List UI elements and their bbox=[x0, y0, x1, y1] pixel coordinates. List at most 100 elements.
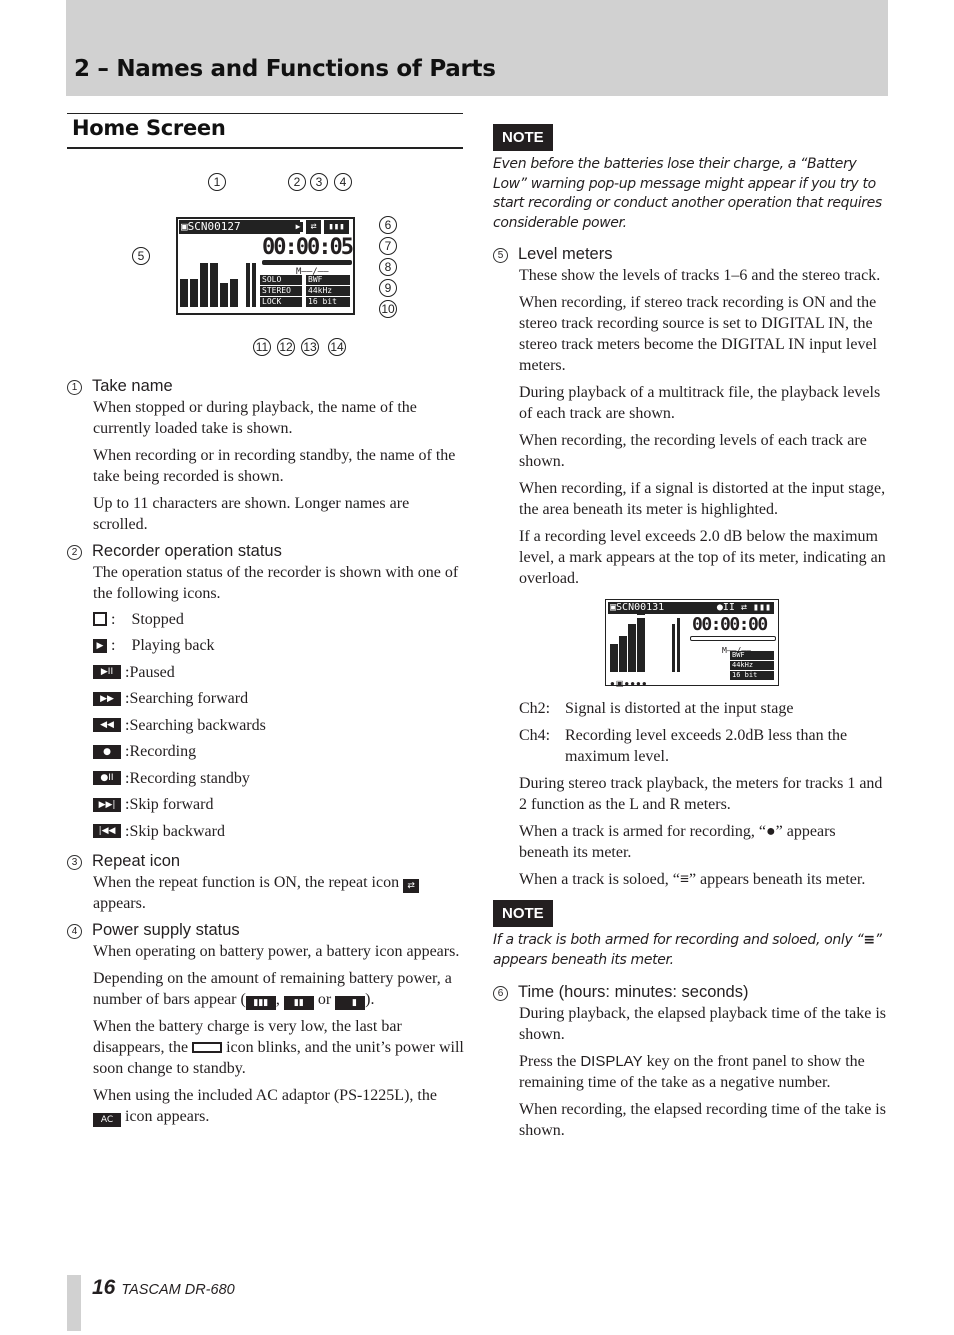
note-text: Even before the batteries lose their cha… bbox=[493, 156, 882, 232]
callout-2: 2 bbox=[288, 173, 306, 191]
item-body: These show the levels of tracks 1–6 and … bbox=[519, 265, 888, 890]
divider bbox=[67, 113, 463, 114]
note-badge: NOTE bbox=[493, 124, 553, 151]
item-body: When stopped or during playback, the nam… bbox=[93, 397, 467, 535]
meter-5 bbox=[220, 283, 228, 307]
paragraph: When recording or in recording standby, … bbox=[93, 447, 456, 485]
track-arm-indicators: ●▣●●●● bbox=[610, 678, 648, 688]
item-take-name: 1 Take name bbox=[67, 376, 467, 397]
item-body: When operating on battery power, a batte… bbox=[93, 941, 467, 1127]
solo-icon: ≡ bbox=[679, 870, 689, 888]
separator: : bbox=[111, 610, 132, 628]
callout-14: 14 bbox=[328, 338, 346, 356]
text: , bbox=[275, 990, 284, 1008]
paragraph: During playback of a multitrack file, th… bbox=[519, 383, 881, 422]
text: When using the included AC adaptor (PS-1… bbox=[93, 1086, 437, 1104]
repeat-icon: ⇄ bbox=[306, 220, 321, 234]
item-recorder-status: 2 Recorder operation status bbox=[67, 541, 467, 562]
channel-note: Ch4: Recording level exceeds 2.0dB less t… bbox=[519, 725, 888, 767]
item-body: When the repeat function is ON, the repe… bbox=[93, 872, 467, 914]
status-icon-row: ▶▶|: Skip forward bbox=[93, 792, 467, 819]
right-column: NOTE Even before the batteries lose thei… bbox=[493, 124, 888, 1147]
stereo-indicator: STEREO bbox=[260, 286, 302, 296]
item-title: Level meters bbox=[518, 244, 613, 263]
meter-2 bbox=[190, 279, 198, 307]
callout-3: 3 bbox=[310, 173, 328, 191]
meter-6 bbox=[230, 279, 238, 307]
item-title: Repeat icon bbox=[92, 851, 181, 870]
text: or bbox=[313, 990, 336, 1008]
item-power-supply: 4 Power supply status bbox=[67, 920, 467, 941]
item-number: 4 bbox=[67, 923, 82, 939]
meter-stereo-r bbox=[677, 617, 680, 672]
item-number: 5 bbox=[493, 247, 508, 263]
progress-bar bbox=[262, 260, 352, 265]
item-body: The operation status of the recorder is … bbox=[93, 562, 467, 845]
status-icon-list: : Stopped ▶: Playing back ▶II: Paused ▶▶: S… bbox=[93, 606, 467, 845]
callout-4: 4 bbox=[334, 173, 352, 191]
solo-icon: ≡ bbox=[863, 931, 875, 948]
status-label: Recording standby bbox=[129, 769, 250, 787]
level-meter-example-screen: ▣SCN00131●II ⇄ ▮▮▮ 00:00:00 M––/–– ●▣●●●… bbox=[605, 598, 779, 688]
paragraph: When recording, if a signal is distorted… bbox=[519, 479, 886, 518]
status-label: Recording bbox=[129, 743, 197, 761]
callout-13: 13 bbox=[301, 338, 319, 356]
status-label: Searching backwards bbox=[129, 716, 266, 734]
divider bbox=[67, 147, 463, 149]
paragraph: During playback, the elapsed playback ti… bbox=[519, 1005, 886, 1044]
separator: : bbox=[111, 637, 132, 655]
ac-adaptor-icon: AC bbox=[93, 1112, 121, 1127]
battery-empty-icon bbox=[192, 1041, 223, 1053]
solo-indicator: SOLO bbox=[260, 275, 302, 285]
left-column: 1 Take name When stopped or during playba… bbox=[67, 376, 467, 1133]
overload-mark bbox=[637, 611, 645, 615]
time-display: 00:00:00 bbox=[692, 613, 768, 635]
paragraph: Depending on the amount of remaining bat… bbox=[93, 968, 467, 1010]
callout-7: 7 bbox=[379, 237, 397, 255]
status-icon-row: : Stopped bbox=[93, 606, 467, 633]
record-icon: ● bbox=[93, 744, 121, 759]
footer-bar bbox=[67, 1275, 81, 1331]
display-key: DISPLAY bbox=[580, 1053, 643, 1071]
paragraph: When using the included AC adaptor (PS-1… bbox=[93, 1085, 467, 1127]
meter-2 bbox=[619, 635, 627, 672]
item-body: During playback, the elapsed playback ti… bbox=[519, 1003, 888, 1141]
status-icon-row: ●II: Recording standby bbox=[93, 765, 467, 792]
text: If a track is both armed for recording a… bbox=[493, 931, 864, 948]
channel-note: Ch2: Signal is distorted at the input sta… bbox=[519, 698, 888, 719]
item-title: Take name bbox=[92, 377, 173, 395]
item-number: 2 bbox=[67, 545, 82, 560]
section-title: Home Screen bbox=[72, 116, 226, 140]
meter-4 bbox=[210, 263, 218, 307]
callout-10: 10 bbox=[379, 300, 397, 318]
paragraph: During stereo track playback, the meters… bbox=[519, 774, 883, 813]
model-name: TASCAM DR-680 bbox=[121, 1282, 235, 1298]
footer: 16 TASCAM DR-680 bbox=[92, 1276, 235, 1300]
battery-1-bar-icon: ▮ bbox=[335, 995, 366, 1010]
status-label: Playing back bbox=[131, 637, 215, 655]
note-text: If a track is both armed for recording a… bbox=[493, 931, 888, 970]
file-format: BWF bbox=[730, 650, 774, 660]
paragraph: When recording, the elapsed recording ti… bbox=[519, 1101, 886, 1140]
channel-label: Ch2: bbox=[519, 699, 551, 717]
item-time: 6 Time (hours: minutes: seconds) bbox=[493, 982, 888, 1003]
record-standby-icon: ●II bbox=[93, 771, 121, 786]
paragraph: When recording, if stereo track recordin… bbox=[519, 293, 877, 374]
take-name: ▣SCN00127 bbox=[179, 220, 261, 234]
paragraph: When the battery charge is very low, the… bbox=[93, 1016, 467, 1079]
paragraph: If a recording level exceeds 2.0 dB belo… bbox=[519, 527, 886, 587]
time-display: 00:00:05 bbox=[262, 235, 354, 260]
callout-11: 11 bbox=[253, 338, 271, 356]
sample-rate: 44kHz bbox=[730, 660, 774, 670]
item-title: Time (hours: minutes: seconds) bbox=[518, 983, 749, 1002]
battery-3-bars-icon: ▮▮▮ bbox=[245, 995, 276, 1010]
paragraph: When recording, the recording levels of … bbox=[519, 431, 867, 470]
search-backward-icon: ◀◀ bbox=[93, 718, 121, 733]
bit-depth: 16 bit bbox=[730, 670, 774, 680]
callout-6: 6 bbox=[379, 216, 397, 234]
text: When the repeat function is ON, the repe… bbox=[93, 873, 400, 891]
text: ). bbox=[365, 990, 375, 1008]
paragraph: When a track is soloed, “≡” appears bene… bbox=[519, 869, 888, 890]
callout-5: 5 bbox=[132, 247, 150, 265]
skip-forward-icon: ▶▶| bbox=[93, 797, 121, 812]
